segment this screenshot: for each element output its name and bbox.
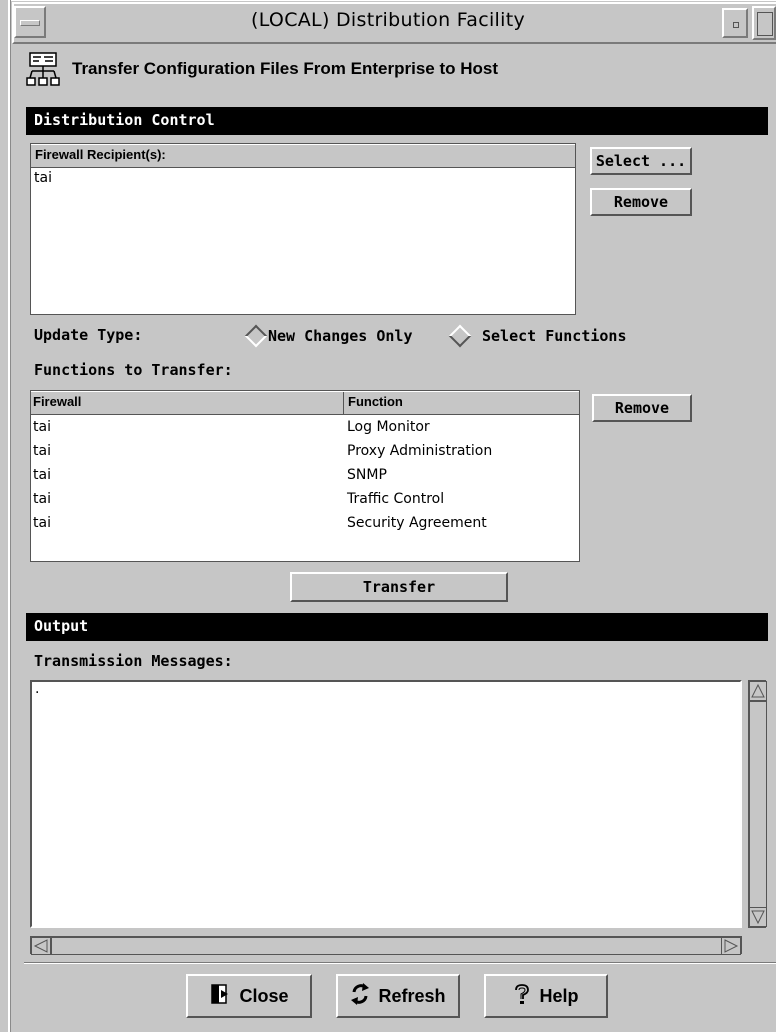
maximize-button[interactable] <box>752 6 776 40</box>
function-cell: Traffic Control <box>347 491 445 507</box>
update-type-label: Update Type: <box>34 326 143 344</box>
table-row[interactable]: tai Traffic Control <box>31 487 579 511</box>
page-title: Transfer Configuration Files From Enterp… <box>72 59 498 78</box>
table-row[interactable]: tai Security Agreement <box>31 511 579 535</box>
functions-table[interactable]: Firewall Function tai Log Monitor tai Proxy… <box>30 390 580 562</box>
radio-select-functions-label: Select Functions <box>482 327 627 345</box>
close-label: Close <box>239 985 289 1006</box>
messages-horizontal-scrollbar[interactable] <box>30 936 742 955</box>
messages-textarea[interactable]: . <box>30 680 742 928</box>
function-cell: SNMP <box>347 467 387 483</box>
firewall-cell: tai <box>33 515 51 531</box>
footer-divider <box>24 962 776 964</box>
window-title: (LOCAL) Distribution Facility <box>251 9 525 31</box>
help-icon <box>513 983 531 1010</box>
scroll-right-button[interactable] <box>721 937 741 955</box>
output-header: Output <box>26 613 768 641</box>
refresh-icon <box>350 982 370 1011</box>
scroll-up-button[interactable] <box>749 681 767 701</box>
remove-recipient-button[interactable]: Remove <box>590 188 692 216</box>
recipients-list-header: Firewall Recipient(s): <box>31 144 575 168</box>
column-header-firewall[interactable]: Firewall <box>31 392 344 414</box>
functions-label: Functions to Transfer: <box>34 361 233 379</box>
transfer-button[interactable]: Transfer <box>290 572 508 602</box>
window-border <box>10 0 11 1032</box>
firewall-cell: tai <box>33 419 51 435</box>
radio-new-changes-label: New Changes Only <box>268 327 413 345</box>
list-item[interactable]: tai <box>31 168 575 188</box>
radio-new-changes[interactable]: New Changes Only <box>244 324 413 348</box>
firewall-cell: tai <box>33 491 51 507</box>
radio-select-functions[interactable]: Select Functions <box>448 324 627 348</box>
select-recipients-button[interactable]: Select ... <box>590 147 692 175</box>
radio-unselected-icon <box>448 324 472 348</box>
table-row[interactable]: tai Log Monitor <box>31 415 579 439</box>
refresh-label: Refresh <box>378 985 446 1006</box>
messages-text: . <box>35 681 40 697</box>
refresh-button[interactable]: Refresh <box>336 974 460 1018</box>
distribution-icon <box>26 52 62 88</box>
messages-vertical-scrollbar[interactable] <box>748 680 767 928</box>
functions-table-header: Firewall Function <box>31 391 579 415</box>
scroll-thumb-vertical[interactable] <box>749 701 767 909</box>
function-cell: Security Agreement <box>347 515 487 531</box>
scroll-thumb-horizontal[interactable] <box>51 937 723 955</box>
help-button[interactable]: Help <box>484 974 608 1018</box>
scroll-left-button[interactable] <box>31 937 51 955</box>
distribution-control-header: Distribution Control <box>26 107 768 135</box>
firewall-cell: tai <box>33 467 51 483</box>
function-cell: Log Monitor <box>347 419 430 435</box>
help-label: Help <box>539 985 579 1006</box>
firewall-cell: tai <box>33 443 51 459</box>
column-header-function[interactable]: Function <box>344 392 403 414</box>
table-row[interactable]: tai SNMP <box>31 463 579 487</box>
table-row[interactable]: tai Proxy Administration <box>31 439 579 463</box>
remove-function-button[interactable]: Remove <box>592 394 692 422</box>
radio-selected-icon <box>244 324 268 348</box>
minimize-button[interactable] <box>722 8 748 38</box>
scroll-down-button[interactable] <box>749 907 767 927</box>
close-icon <box>209 983 231 1010</box>
close-button[interactable]: Close <box>186 974 312 1018</box>
messages-label: Transmission Messages: <box>34 652 233 670</box>
recipients-list[interactable]: Firewall Recipient(s): tai <box>30 143 576 315</box>
function-cell: Proxy Administration <box>347 443 493 459</box>
